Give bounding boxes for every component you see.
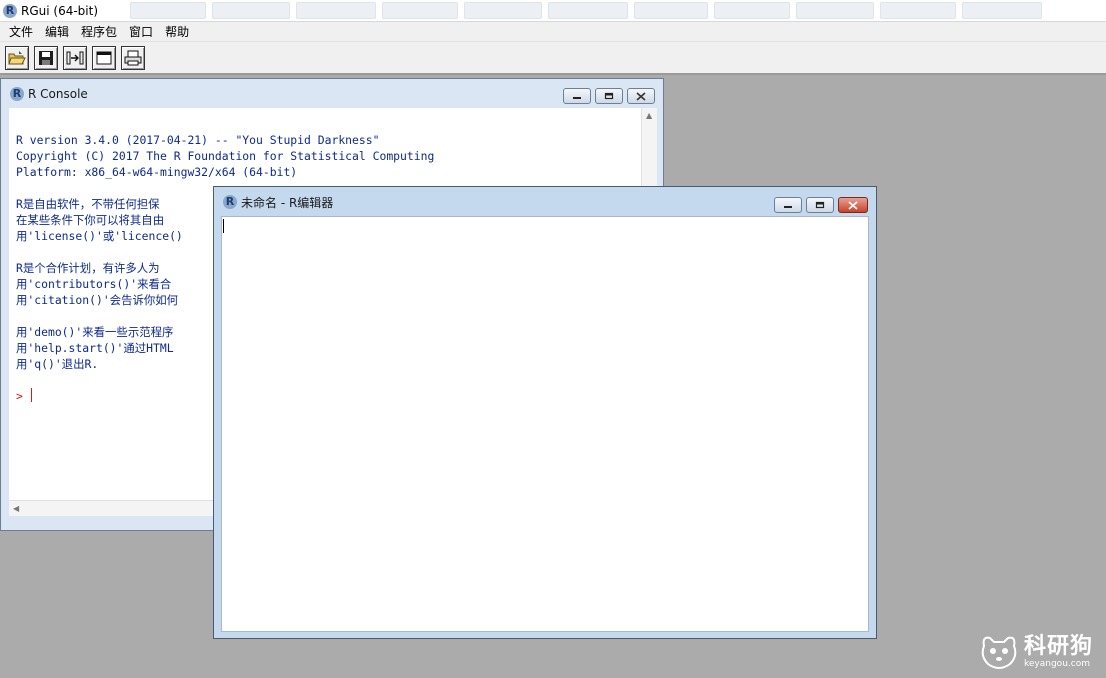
print-icon xyxy=(124,50,142,65)
editor-cursor xyxy=(223,219,224,233)
console-line: Copyright (C) 2017 The R Foundation for … xyxy=(16,149,435,163)
menu-edit[interactable]: 编辑 xyxy=(39,23,75,40)
menu-bar: 文件 编辑 程序包 窗口 帮助 xyxy=(0,22,1106,41)
close-icon xyxy=(636,91,646,101)
editor-close-button[interactable] xyxy=(838,197,868,213)
console-prompt: > xyxy=(16,389,23,403)
app-title: RGui (64-bit) xyxy=(21,3,99,18)
r-logo-icon: R xyxy=(223,195,237,209)
console-titlebar[interactable]: R R Console xyxy=(1,79,663,109)
dog-mascot-icon xyxy=(981,636,1017,669)
console-title: R Console xyxy=(28,87,88,101)
editor-title: 未命名 - R编辑器 xyxy=(241,195,334,210)
watermark: 科研狗 keyangou.com xyxy=(978,628,1104,676)
load-workspace-button[interactable] xyxy=(63,45,87,70)
scroll-up-icon[interactable]: ▲ xyxy=(646,111,652,120)
minimize-icon xyxy=(573,97,581,99)
menu-help[interactable]: 帮助 xyxy=(159,23,195,40)
console-window-controls xyxy=(563,88,655,104)
app-titlebar: R RGui (64-bit) xyxy=(0,0,1106,22)
minimize-icon xyxy=(784,206,792,208)
editor-minimize-button[interactable] xyxy=(774,197,802,213)
console-line: Platform: x86_64-w64-mingw32/x64 (64-bit… xyxy=(16,165,298,179)
console-close-button[interactable] xyxy=(627,88,655,104)
r-logo-icon: R xyxy=(3,3,17,18)
console-cursor xyxy=(30,388,32,402)
restore-icon xyxy=(604,92,614,100)
save-icon xyxy=(39,50,53,65)
load-workspace-icon xyxy=(66,51,84,64)
console-line: R version 3.4.0 (2017-04-21) -- "You Stu… xyxy=(16,133,380,147)
scroll-left-icon[interactable]: ◀ xyxy=(13,504,19,513)
open-script-button[interactable] xyxy=(5,45,29,70)
editor-restore-button[interactable] xyxy=(806,197,834,213)
watermark-url: keyangou.com xyxy=(1024,659,1090,669)
r-editor-window[interactable]: R 未命名 - R编辑器 xyxy=(213,186,877,639)
console-window-button[interactable] xyxy=(92,45,116,70)
watermark-title: 科研狗 xyxy=(1024,634,1094,659)
menu-windows[interactable]: 窗口 xyxy=(123,23,159,40)
open-script-icon xyxy=(8,50,26,64)
console-restore-button[interactable] xyxy=(595,88,623,104)
save-button[interactable] xyxy=(34,45,58,70)
taskbar-strip xyxy=(130,2,1042,19)
console-window-icon xyxy=(96,51,112,64)
r-logo-icon: R xyxy=(10,87,24,101)
menu-file[interactable]: 文件 xyxy=(3,23,39,40)
print-button[interactable] xyxy=(121,45,145,70)
toolbar xyxy=(0,41,1106,75)
editor-textarea[interactable] xyxy=(221,216,869,632)
editor-window-controls xyxy=(774,197,868,213)
menu-packages[interactable]: 程序包 xyxy=(75,23,123,40)
console-minimize-button[interactable] xyxy=(563,88,591,104)
restore-icon xyxy=(815,201,825,209)
editor-titlebar[interactable]: R 未命名 - R编辑器 xyxy=(214,187,876,217)
close-icon xyxy=(848,200,858,210)
